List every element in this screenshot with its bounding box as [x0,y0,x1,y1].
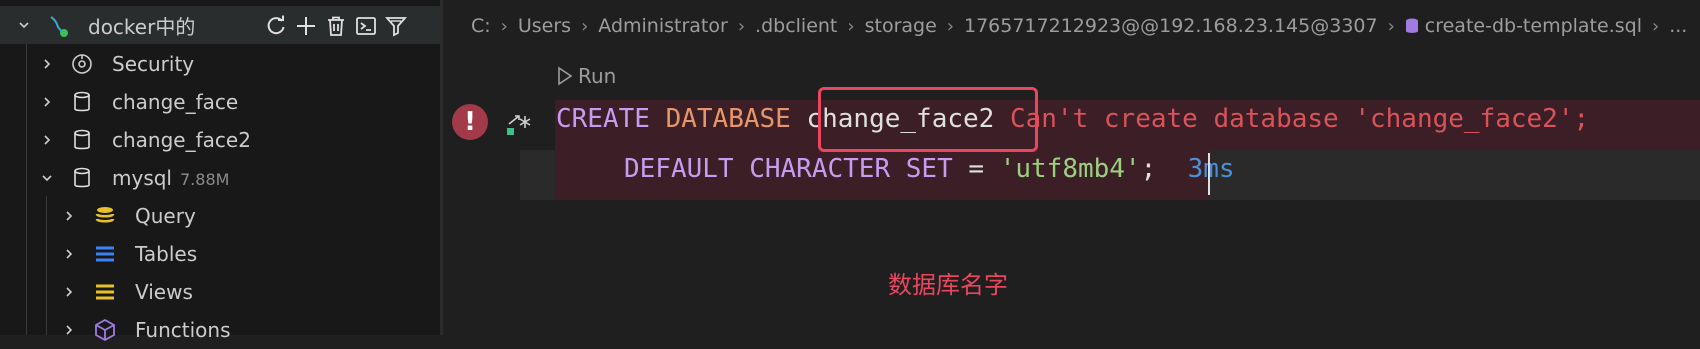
breadcrumb-item[interactable]: ... [1669,15,1687,37]
sidebar-item-views[interactable]: Views [0,273,440,311]
sidebar-item-change-face[interactable]: change_face [0,83,440,121]
chevron-right-icon: › [581,15,589,37]
sidebar-item-security[interactable]: Security [0,45,440,83]
breadcrumb-item[interactable]: storage [865,15,937,37]
inline-error-message: Can't create database 'change_face2'; [1009,104,1590,134]
chevron-right-icon[interactable] [62,285,76,299]
refresh-icon[interactable] [264,14,288,38]
sidebar-item-label: change_face2 [112,128,251,152]
sidebar-item-query[interactable]: Query [0,197,440,235]
filter-icon[interactable] [384,14,408,38]
sidebar-item-mysql[interactable]: mysql 7.88M [0,159,440,197]
string-literal: 'utf8mb4' [999,154,1141,184]
database-icon [70,90,94,114]
sidebar-item-tables[interactable]: Tables [0,235,440,273]
chevron-right-icon[interactable] [62,209,76,223]
code-line-1[interactable]: CREATE DATABASE change_face2 Can't creat… [556,104,1589,134]
sidebar-item-change-face2[interactable]: change_face2 [0,121,440,159]
security-icon [70,52,94,76]
chevron-down-icon[interactable] [17,18,31,32]
code-line-2[interactable]: DEFAULT CHARACTER SET = 'utf8mb4'; 3ms [624,154,1235,184]
breadcrumb-item[interactable]: create-db-template.sql [1425,15,1642,37]
operator: = [968,154,985,184]
sidebar-item-label: Security [112,52,195,76]
error-gutter-icon[interactable]: ! [452,104,488,140]
breadcrumb-item[interactable]: Users [518,15,571,37]
play-icon [558,66,573,86]
keyword: DEFAULT CHARACTER SET [624,154,953,184]
sidebar-item-functions[interactable]: Functions [0,311,440,349]
semicolon: ; [1140,154,1157,184]
breadcrumb-item[interactable]: 1765717212923@@192.168.23.145@3307 [964,15,1378,37]
views-icon [93,280,117,304]
terminal-icon[interactable] [354,14,378,38]
sidebar-item-label: Views [135,280,193,304]
tables-icon [93,242,117,266]
chevron-right-icon: › [847,15,855,37]
sidebar-item-label: mysql [112,166,172,190]
chevron-right-icon[interactable] [62,247,76,261]
annotation-highlight-box [818,87,1038,152]
execution-duration: 3ms [1187,154,1235,184]
chevron-right-icon: › [500,15,508,37]
add-icon[interactable] [294,14,318,38]
keyword: CREATE [556,104,650,134]
keyword: DATABASE [665,104,791,134]
sidebar-item-label-wrap: mysql 7.88M [112,166,229,190]
chevron-right-icon: › [1651,15,1660,37]
sidebar-item-label: change_face [112,90,239,114]
database-icon [70,128,94,152]
database-size: 7.88M [180,170,230,189]
chevron-down-icon[interactable] [40,171,54,185]
chevron-right-icon[interactable] [40,133,54,147]
execute-statement-icon[interactable] [505,110,533,138]
query-icon [93,204,117,228]
connection-root-row[interactable]: docker中的 [0,6,440,44]
chevron-right-icon: › [737,15,746,37]
annotation-label: 数据库名字 [888,271,1008,299]
run-label: Run [578,64,617,88]
run-codelens[interactable]: Run [556,64,616,88]
connection-sidebar: docker中的 Security change_face change_fac… [0,0,440,342]
sidebar-item-label: Query [135,204,196,228]
docker-connection-icon [46,13,70,37]
chevron-right-icon: › [946,15,954,37]
database-icon [70,166,94,190]
chevron-right-icon[interactable] [40,57,54,71]
sidebar-item-label: Tables [135,242,198,266]
breadcrumb-item[interactable]: .dbclient [755,15,837,37]
functions-icon [93,318,117,342]
database-file-icon [1405,18,1418,33]
chevron-right-icon[interactable] [40,95,54,109]
sidebar-item-label: Functions [135,318,231,342]
breadcrumb-item[interactable]: C: [471,15,491,37]
breadcrumb: C: › Users › Administrator › .dbclient ›… [443,0,1700,52]
trash-icon[interactable] [324,14,348,38]
text-cursor [1208,153,1210,195]
breadcrumb-item[interactable]: Administrator [598,15,728,37]
connection-name: docker中的 [88,14,196,39]
chevron-right-icon: › [1387,15,1395,37]
